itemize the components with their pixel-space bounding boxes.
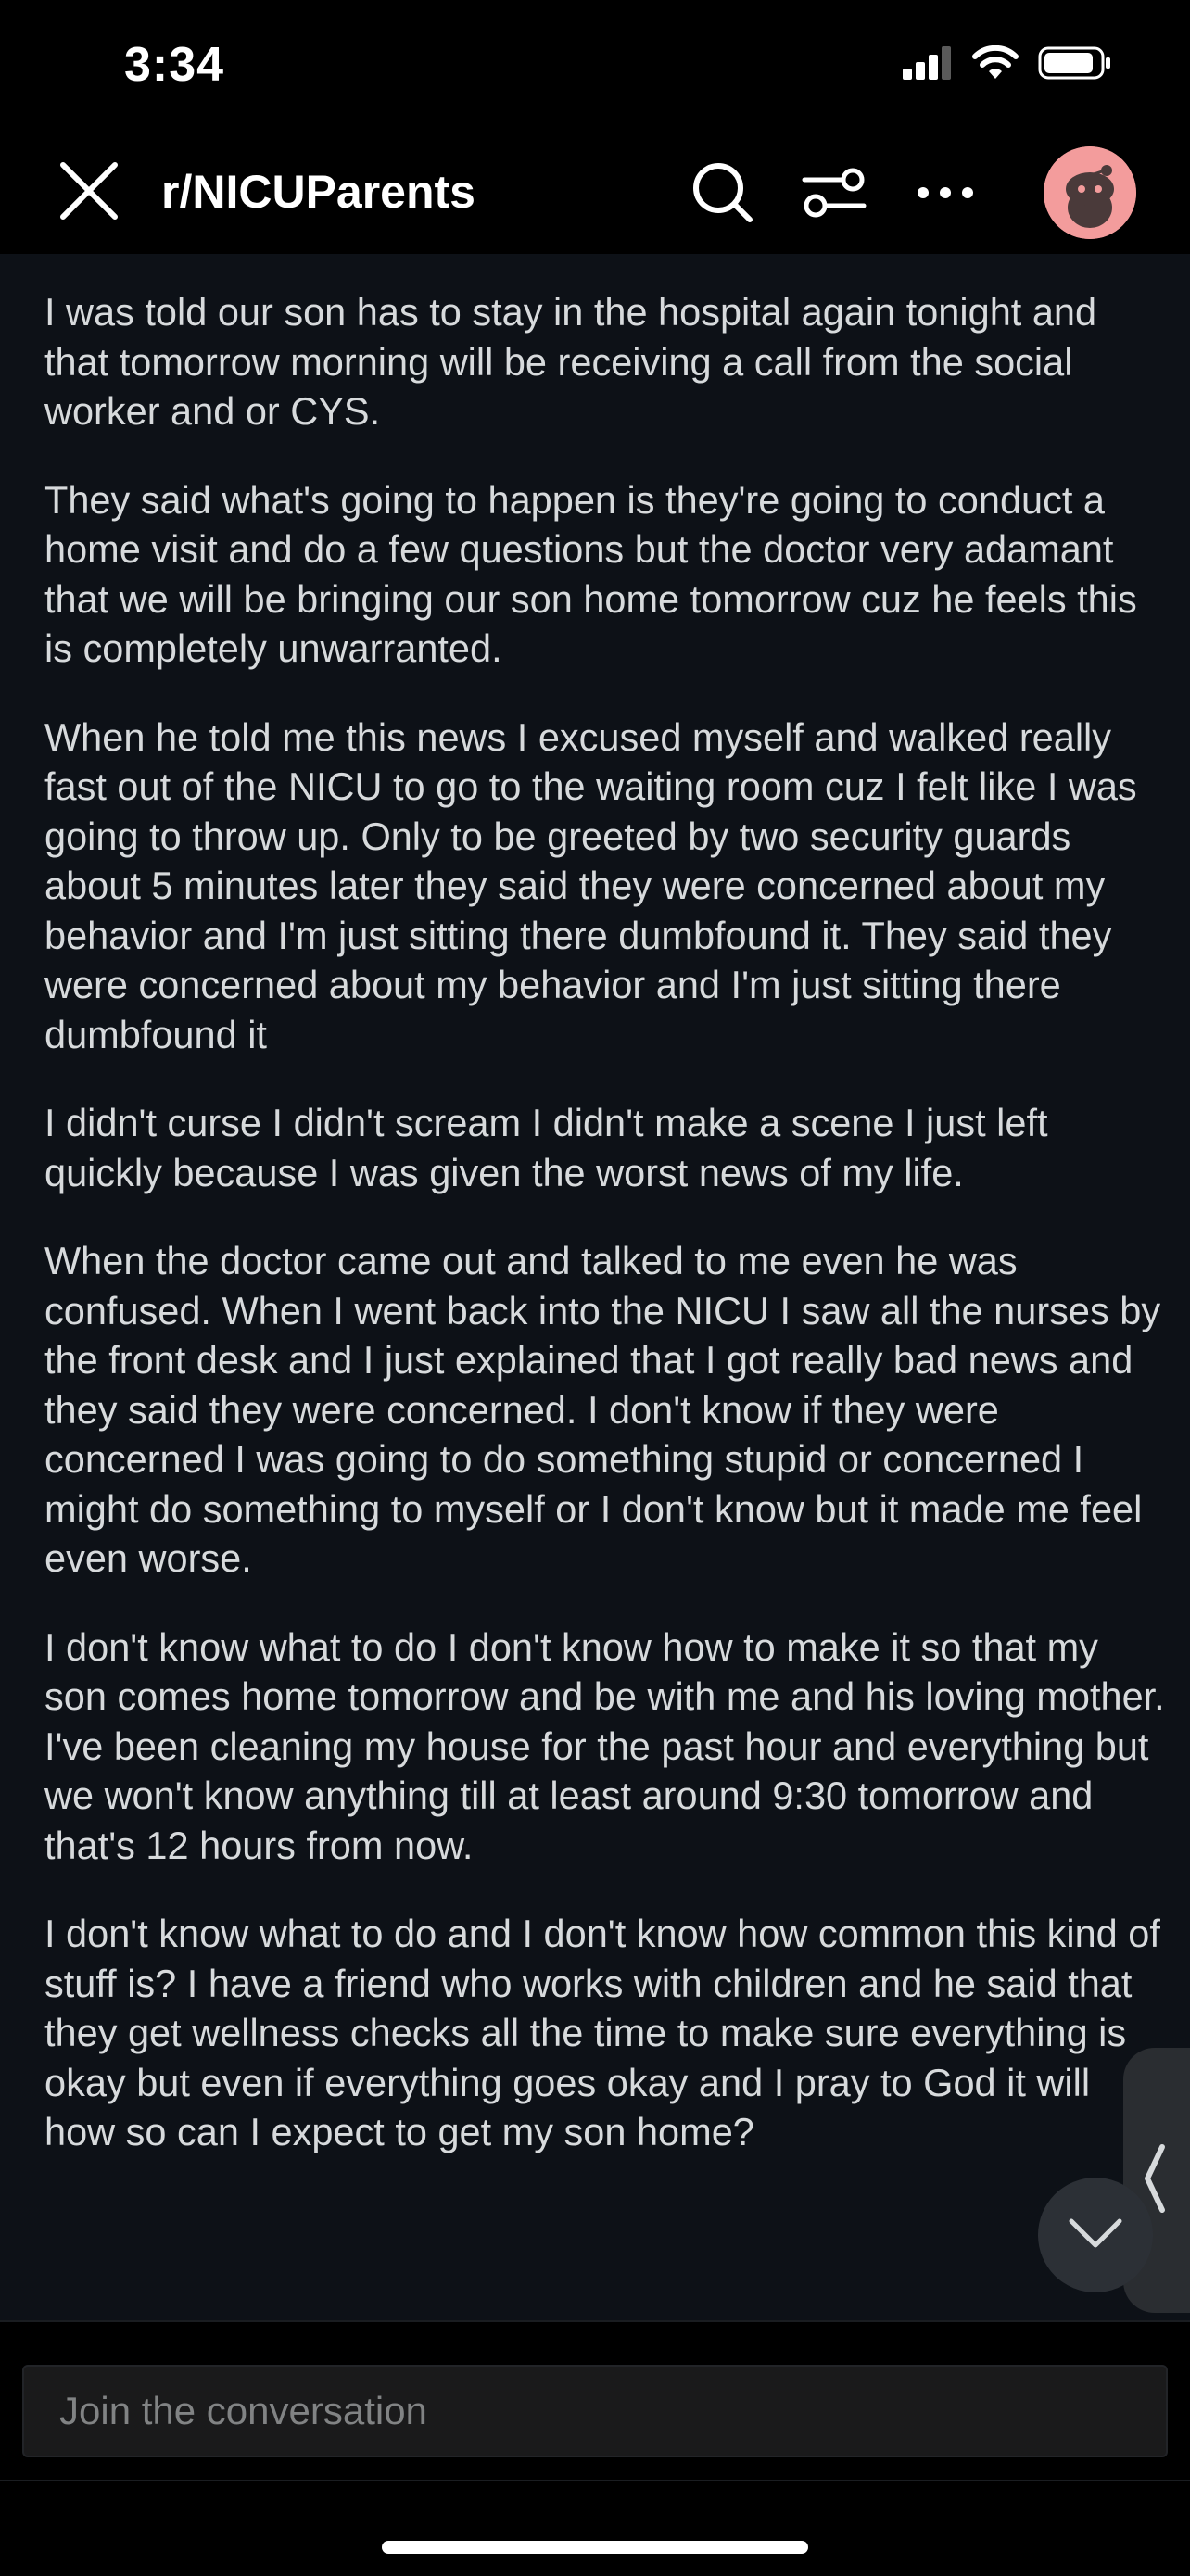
post-paragraph: When he told me this news I excused myse… <box>44 714 1137 1056</box>
status-icons <box>903 44 1112 86</box>
post-paragraph: I don't know what to do and I don't know… <box>44 1912 1160 2153</box>
chevron-down-icon <box>1068 2217 1123 2254</box>
search-icon <box>690 160 755 230</box>
app-header: r/NICUParents <box>0 139 1190 254</box>
post-content[interactable]: I was told our son has to stay in the ho… <box>0 254 1190 2320</box>
avatar[interactable] <box>1044 146 1136 239</box>
post-body: I was told our son has to stay in the ho… <box>0 254 1190 2157</box>
wifi-icon <box>971 44 1019 85</box>
more-options-button[interactable] <box>908 158 982 232</box>
status-time: 3:34 <box>124 38 225 92</box>
post-paragraph: I didn't curse I didn't scream I didn't … <box>44 1101 1048 1194</box>
search-button[interactable] <box>686 158 760 232</box>
bottom-safe-area <box>0 2480 1190 2576</box>
post-paragraph: I don't know what to do I don't know how… <box>44 1624 1165 1867</box>
filter-button[interactable] <box>797 158 871 232</box>
snoo-avatar-icon <box>1044 146 1136 239</box>
filter-icon <box>801 163 867 227</box>
status-bar: 3:34 <box>0 0 1190 139</box>
post-paragraph: When the doctor came out and talked to m… <box>44 1239 1161 1580</box>
comment-input[interactable]: Join the conversation <box>22 2365 1168 2457</box>
scroll-down-button[interactable] <box>1038 2178 1153 2292</box>
battery-icon <box>1038 44 1112 86</box>
signal-icon <box>903 46 953 84</box>
comment-bar: Join the conversation <box>0 2320 1190 2481</box>
close-button[interactable] <box>56 159 122 226</box>
close-icon <box>59 161 119 225</box>
subreddit-title[interactable]: r/NICUParents <box>161 165 475 219</box>
post-paragraph: They said what's going to happen is they… <box>44 477 1137 671</box>
post-paragraph: I was told our son has to stay in the ho… <box>44 290 1097 433</box>
more-icon <box>916 183 975 207</box>
home-indicator[interactable] <box>382 2541 808 2554</box>
